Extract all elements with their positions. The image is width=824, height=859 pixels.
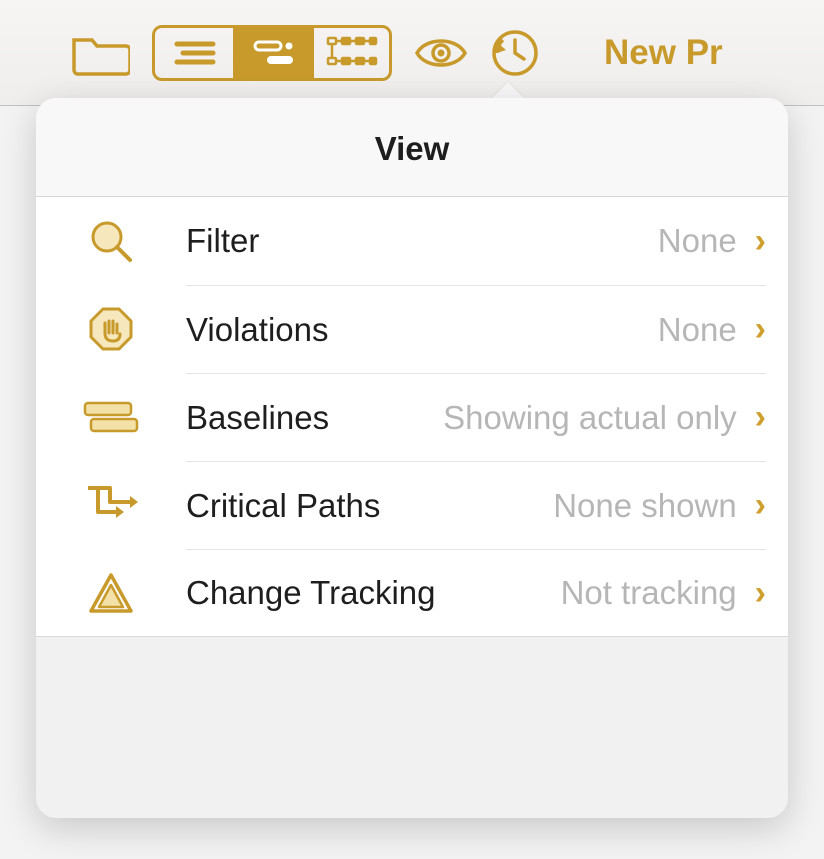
row-label: Critical Paths: [186, 487, 380, 525]
view-mode-segmented: [152, 25, 392, 81]
seg-network[interactable]: [311, 28, 389, 78]
row-filter[interactable]: Filter None ›: [36, 197, 788, 285]
chevron-right-icon: ›: [755, 222, 766, 261]
row-label: Violations: [186, 311, 329, 349]
search-icon: [36, 216, 186, 266]
view-popover: View Filter None ›: [36, 98, 788, 818]
baselines-icon: [36, 397, 186, 437]
row-violations[interactable]: Violations None ›: [36, 285, 788, 373]
row-label: Change Tracking: [186, 574, 435, 612]
change-tracking-icon: [36, 571, 186, 615]
seg-outline[interactable]: [155, 28, 233, 78]
toolbar: New Pr: [0, 0, 824, 106]
stop-hand-icon: [36, 305, 186, 353]
chevron-right-icon: ›: [755, 574, 766, 613]
row-baselines[interactable]: Baselines Showing actual only ›: [36, 373, 788, 461]
view-icon[interactable]: [414, 33, 468, 73]
row-value: Not tracking: [561, 574, 755, 612]
chevron-right-icon: ›: [755, 310, 766, 349]
critical-path-icon: [36, 482, 186, 528]
row-label: Baselines: [186, 399, 329, 437]
popover-title: View: [36, 98, 788, 197]
history-icon[interactable]: [490, 28, 540, 78]
chevron-right-icon: ›: [755, 398, 766, 437]
folder-icon[interactable]: [70, 30, 130, 76]
chevron-right-icon: ›: [755, 486, 766, 525]
row-value: None shown: [553, 487, 754, 525]
project-title: New Pr: [604, 33, 723, 73]
row-critical-paths[interactable]: Critical Paths None shown ›: [36, 461, 788, 549]
row-value: Showing actual only: [443, 399, 755, 437]
row-label: Filter: [186, 222, 259, 260]
seg-gantt[interactable]: [233, 28, 311, 78]
row-value: None: [658, 311, 755, 349]
view-options-list: Filter None › Violations None ›: [36, 197, 788, 637]
row-change-tracking[interactable]: Change Tracking Not tracking ›: [36, 549, 788, 637]
row-value: None: [658, 222, 755, 260]
